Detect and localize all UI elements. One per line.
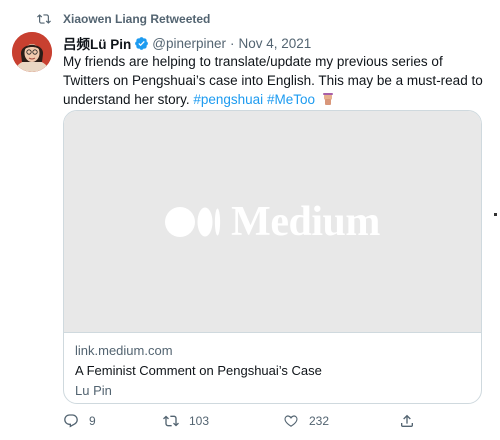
share-icon bbox=[401, 414, 413, 427]
reply-button[interactable]: 9 bbox=[63, 413, 96, 429]
avatar[interactable] bbox=[12, 32, 52, 72]
medium-dots-icon bbox=[165, 206, 221, 237]
card-domain: link.medium.com bbox=[75, 343, 173, 358]
author-handle[interactable]: @pinerpiner bbox=[152, 36, 226, 51]
retweet-count: 103 bbox=[189, 414, 210, 428]
hashtag-metoo[interactable]: #MeToo bbox=[267, 92, 315, 107]
share-button[interactable] bbox=[399, 413, 425, 429]
raised-fist-emoji-icon bbox=[322, 93, 333, 105]
card-image: Medium bbox=[64, 111, 481, 333]
reply-count: 9 bbox=[89, 414, 96, 428]
medium-logo: Medium bbox=[165, 198, 380, 246]
retweet-context[interactable]: Xiaowen Liang Retweeted bbox=[37, 12, 210, 26]
card-body: link.medium.com A Feminist Comment on Pe… bbox=[64, 333, 481, 400]
tweet-header: 吕频Lü Pin @pinerpiner · Nov 4, 2021 bbox=[63, 33, 311, 53]
header-separator: · bbox=[230, 35, 235, 51]
heart-icon bbox=[284, 415, 298, 427]
tweet-text: My friends are helping to translate/upda… bbox=[63, 52, 483, 109]
reply-icon bbox=[64, 414, 78, 428]
tweet-date[interactable]: Nov 4, 2021 bbox=[239, 36, 312, 51]
card-title[interactable]: A Feminist Comment on Pengshuai’s Case bbox=[75, 362, 470, 380]
like-count: 232 bbox=[309, 414, 330, 428]
verified-badge-icon bbox=[135, 36, 149, 50]
retweet-action-icon bbox=[163, 415, 179, 427]
link-card[interactable]: Medium link.medium.com A Feminist Commen… bbox=[63, 110, 482, 404]
retweet-icon bbox=[37, 14, 51, 24]
avatar-image bbox=[12, 32, 52, 72]
tweet-actions: 9 103 232 bbox=[63, 413, 463, 433]
retweet-label: Xiaowen Liang Retweeted bbox=[63, 12, 211, 26]
like-button[interactable]: 232 bbox=[283, 413, 329, 429]
edge-marker bbox=[494, 213, 497, 216]
hashtag-pengshuai[interactable]: #pengshuai bbox=[193, 92, 263, 107]
author-name[interactable]: 吕频Lü Pin bbox=[63, 33, 131, 53]
card-author: Lu Pin bbox=[75, 383, 112, 398]
medium-wordmark: Medium bbox=[231, 198, 380, 245]
retweet-button[interactable]: 103 bbox=[163, 413, 209, 429]
